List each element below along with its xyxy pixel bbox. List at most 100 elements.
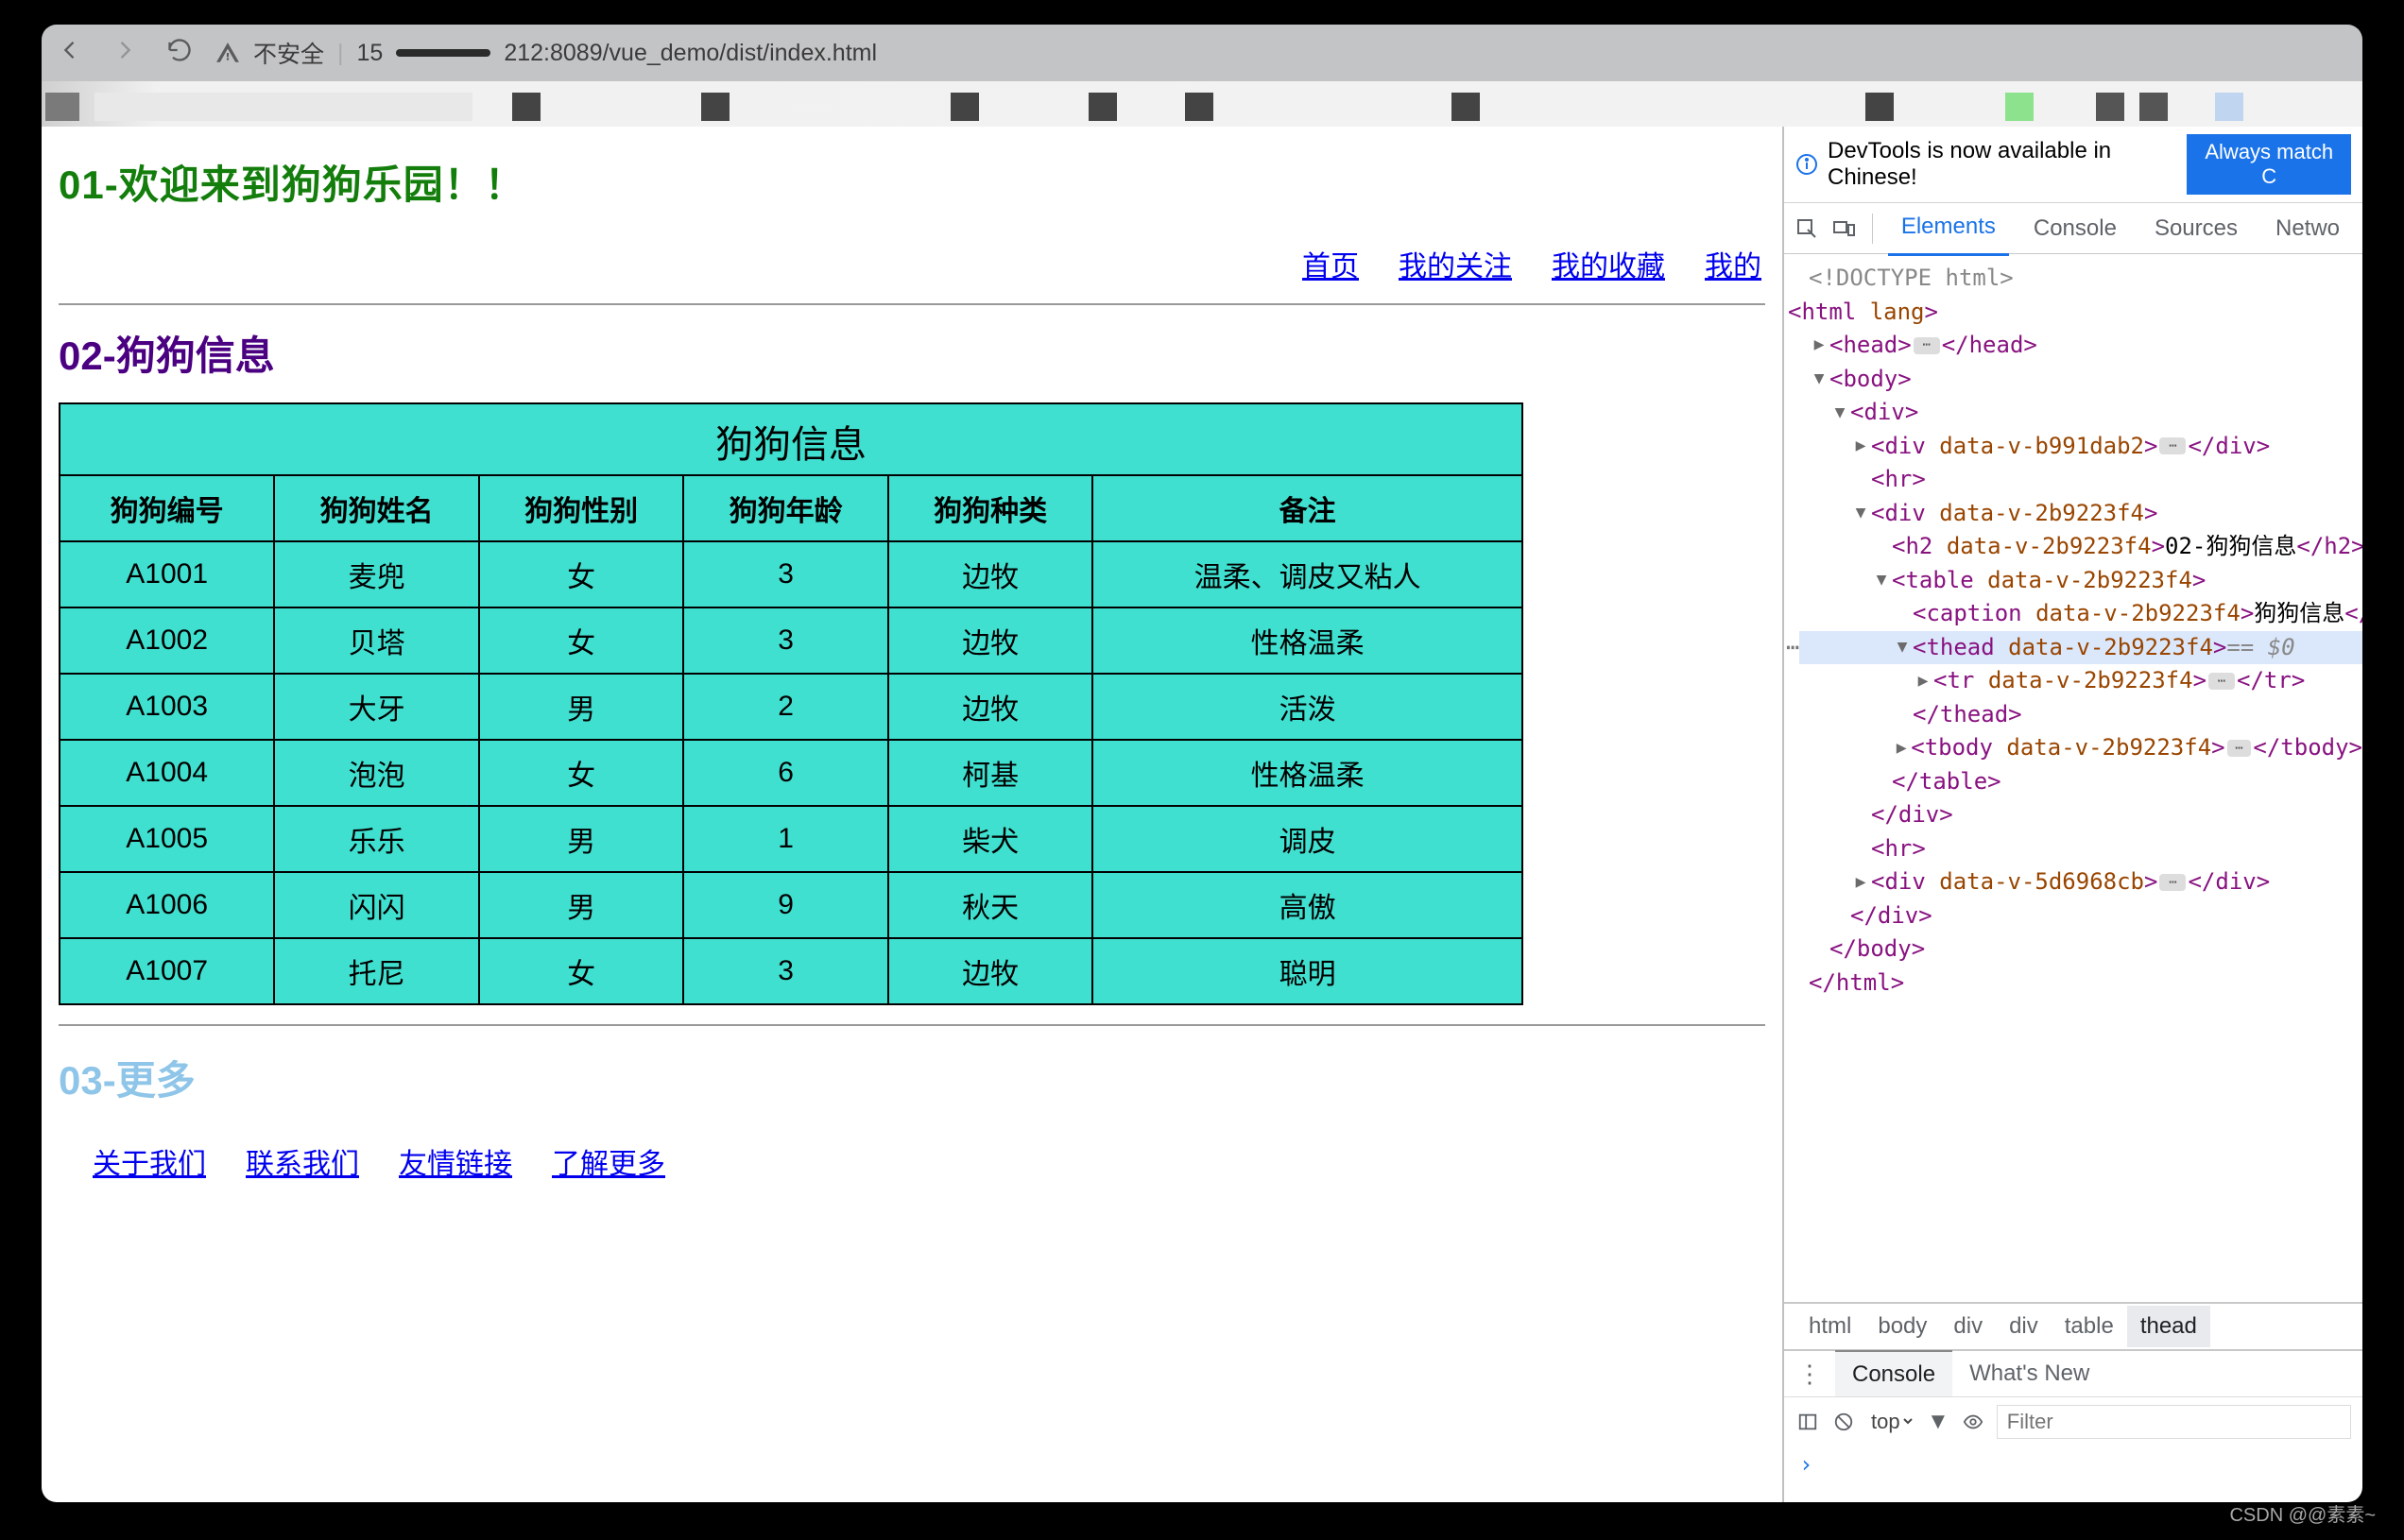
table-cell: A1007	[60, 938, 274, 1004]
footer-links: 关于我们 联系我们 友情链接 了解更多	[59, 1140, 1765, 1182]
table-cell: 女	[479, 541, 684, 607]
table-cell: 2	[683, 674, 888, 740]
table-cell: 3	[683, 938, 888, 1004]
table-cell: 秋天	[888, 872, 1093, 938]
table-cell: 女	[479, 740, 684, 806]
drawer-menu-icon[interactable]: ⋮	[1784, 1360, 1835, 1389]
tab-network[interactable]: Netwo	[2262, 202, 2353, 255]
url-area[interactable]: 不安全 | 15212:8089/vue_demo/dist/index.htm…	[215, 36, 877, 70]
drawer-tab-whatsnew[interactable]: What's New	[1952, 1351, 2106, 1396]
table-cell: 女	[479, 607, 684, 674]
table-row: A1007托尼女3边牧聪明	[60, 938, 1522, 1004]
back-icon[interactable]	[57, 37, 83, 70]
table-cell: 3	[683, 607, 888, 674]
table-cell: 边牧	[888, 938, 1093, 1004]
table-row: A1001麦兜女3边牧温柔、调皮又粘人	[60, 541, 1522, 607]
bc-html[interactable]: html	[1795, 1306, 1864, 1347]
console-filter-input[interactable]	[1997, 1405, 2351, 1439]
table-cell: 男	[479, 872, 684, 938]
heading-welcome: 01-欢迎来到狗狗乐园！！	[59, 153, 1765, 211]
table-cell: 边牧	[888, 607, 1093, 674]
table-cell: A1001	[60, 541, 274, 607]
bc-div2[interactable]: div	[1996, 1306, 2052, 1347]
chevron-down-icon: ▼	[1927, 1409, 1949, 1435]
table-cell: 托尼	[274, 938, 479, 1004]
tab-sources[interactable]: Sources	[2141, 202, 2251, 255]
link-learn[interactable]: 了解更多	[552, 1140, 665, 1182]
table-cell: A1003	[60, 674, 274, 740]
table-cell: A1005	[60, 806, 274, 872]
nav-fav[interactable]: 我的收藏	[1552, 243, 1665, 284]
table-cell: A1004	[60, 740, 274, 806]
table-row: A1006闪闪男9秋天高傲	[60, 872, 1522, 938]
tab-console[interactable]: Console	[2020, 202, 2130, 255]
insecure-label: 不安全	[253, 36, 324, 70]
link-friends[interactable]: 友情链接	[399, 1140, 512, 1182]
devtools-panel: DevTools is now available in Chinese! Al…	[1782, 127, 2362, 1502]
table-cell: 1	[683, 806, 888, 872]
tab-elements[interactable]: Elements	[1888, 200, 2009, 256]
nav-arrows	[57, 37, 193, 70]
dom-breadcrumb: html body div div table thead	[1784, 1302, 2362, 1349]
bc-body[interactable]: body	[1864, 1306, 1940, 1347]
dom-selected-row[interactable]: ⋯▼<thead data-v-2b9223f4> == $0	[1788, 631, 2362, 665]
bc-div1[interactable]: div	[1940, 1306, 1996, 1347]
table-cell: 调皮	[1092, 806, 1522, 872]
browser-toolbar: 不安全 | 15212:8089/vue_demo/dist/index.htm…	[42, 25, 2362, 81]
url-prefix: 15	[357, 40, 384, 67]
table-cell: 聪明	[1092, 938, 1522, 1004]
nav-mine[interactable]: 我的	[1705, 243, 1761, 284]
eye-icon[interactable]	[1961, 1410, 1985, 1434]
table-cell: 柯基	[888, 740, 1093, 806]
table-cell: 3	[683, 541, 888, 607]
table-cell: 边牧	[888, 674, 1093, 740]
th-age: 狗狗年龄	[683, 475, 888, 541]
table-cell: 性格温柔	[1092, 607, 1522, 674]
th-breed: 狗狗种类	[888, 475, 1093, 541]
console-body[interactable]: ›	[1784, 1446, 2362, 1502]
url-redacted	[396, 49, 490, 57]
table-cell: 性格温柔	[1092, 740, 1522, 806]
table-row: A1002贝塔女3边牧性格温柔	[60, 607, 1522, 674]
always-match-button[interactable]: Always match C	[2187, 134, 2351, 195]
table-cell: 6	[683, 740, 888, 806]
watermark: CSDN @@素素~	[2229, 1499, 2376, 1527]
dom-doctype: <!DOCTYPE html>	[1809, 262, 2014, 296]
table-cell: 男	[479, 806, 684, 872]
table-cell: 贝塔	[274, 607, 479, 674]
table-cell: 边牧	[888, 541, 1093, 607]
table-row: A1003大牙男2边牧活泼	[60, 674, 1522, 740]
table-cell: A1002	[60, 607, 274, 674]
table-cell: 泡泡	[274, 740, 479, 806]
th-name: 狗狗姓名	[274, 475, 479, 541]
bc-table[interactable]: table	[2052, 1306, 2127, 1347]
bc-thead[interactable]: thead	[2127, 1306, 2210, 1347]
nav-home[interactable]: 首页	[1302, 243, 1359, 284]
insecure-icon	[215, 41, 240, 65]
bookmark-bar	[42, 81, 2362, 127]
top-nav: 首页 我的关注 我的收藏 我的	[59, 243, 1765, 284]
console-scope-select[interactable]: top	[1867, 1409, 1915, 1434]
banner-text: DevTools is now available in Chinese!	[1828, 138, 2177, 191]
divider	[59, 1024, 1765, 1026]
nav-follow[interactable]: 我的关注	[1399, 243, 1512, 284]
devtools-banner: DevTools is now available in Chinese! Al…	[1784, 127, 2362, 203]
content-row: 01-欢迎来到狗狗乐园！！ 首页 我的关注 我的收藏 我的 02-狗狗信息 狗狗…	[42, 127, 2362, 1502]
forward-icon[interactable]	[112, 37, 138, 70]
th-note: 备注	[1092, 475, 1522, 541]
page-viewport: 01-欢迎来到狗狗乐园！！ 首页 我的关注 我的收藏 我的 02-狗狗信息 狗狗…	[42, 127, 1782, 1502]
table-header-row: 狗狗编号 狗狗姓名 狗狗性别 狗狗年龄 狗狗种类 备注	[60, 475, 1522, 541]
dom-tree[interactable]: <!DOCTYPE html> <html lang> ▶<head>⋯</he…	[1784, 254, 2362, 1302]
table-cell: 闪闪	[274, 872, 479, 938]
browser-window: 不安全 | 15212:8089/vue_demo/dist/index.htm…	[42, 25, 2362, 1502]
clear-console-icon[interactable]	[1831, 1410, 1856, 1434]
heading-more: 03-更多	[59, 1049, 1765, 1106]
link-about[interactable]: 关于我们	[93, 1140, 206, 1182]
table-row: A1004泡泡女6柯基性格温柔	[60, 740, 1522, 806]
link-contact[interactable]: 联系我们	[246, 1140, 359, 1182]
reload-icon[interactable]	[166, 37, 193, 70]
device-icon[interactable]	[1830, 214, 1856, 243]
inspect-icon[interactable]	[1794, 214, 1819, 243]
drawer-tab-console[interactable]: Console	[1835, 1350, 1952, 1397]
sidebar-toggle-icon[interactable]	[1795, 1410, 1820, 1434]
